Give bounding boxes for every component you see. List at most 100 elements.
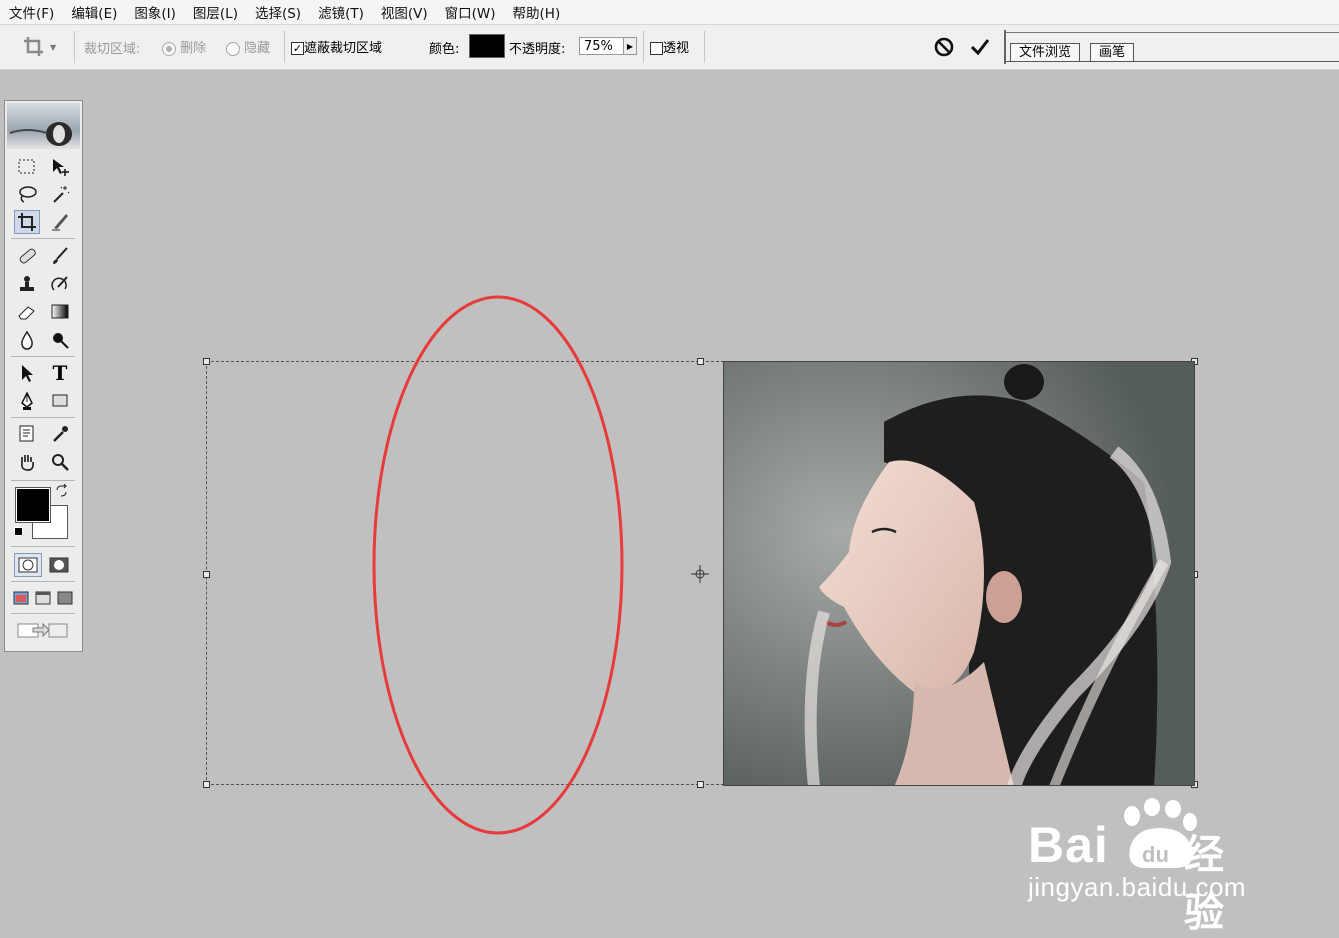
shield-checkbox-box[interactable]: ✓ (291, 42, 304, 55)
quick-mask-icon (49, 557, 69, 573)
delete-label: 删除 (180, 41, 207, 56)
crop-handle-top-middle[interactable] (697, 358, 704, 365)
toolbox: T (4, 100, 83, 652)
crop-handle-top-left[interactable] (203, 358, 210, 365)
stamp-icon (20, 276, 34, 291)
type-tool[interactable]: T (47, 361, 73, 385)
hand-icon (21, 455, 34, 471)
pen-icon (21, 391, 33, 410)
history-brush-tool[interactable] (47, 272, 73, 296)
dodge-tool[interactable] (47, 328, 73, 352)
tab-brushes-label: 画笔 (1099, 45, 1126, 60)
perspective-checkbox[interactable]: 透视 (650, 37, 689, 56)
menu-item-3[interactable]: 图层(L) (184, 2, 246, 22)
quick-mask-mode-button[interactable] (45, 553, 73, 577)
blur-tool[interactable] (14, 328, 40, 352)
pen-tool[interactable] (14, 389, 40, 413)
toolbox-header-logo[interactable] (7, 103, 80, 149)
menu-item-5[interactable]: 滤镜(T) (309, 2, 372, 22)
dodge-icon (53, 333, 69, 349)
zoom-tool[interactable] (47, 450, 73, 474)
menu-item-8[interactable]: 帮助(H) (504, 2, 569, 22)
gradient-tool[interactable] (47, 300, 73, 324)
standard-mode-button[interactable] (14, 553, 42, 577)
type-icon: T (52, 361, 68, 385)
watermark-brand-suffix: 经验 (1184, 832, 1224, 936)
photoshop-eye-logo-icon (9, 122, 72, 146)
hand-tool[interactable] (14, 450, 40, 474)
delete-radio-button[interactable] (162, 41, 176, 56)
tab-brushes[interactable]: 画笔 (1090, 43, 1135, 62)
foreground-color-swatch-front[interactable] (15, 487, 51, 523)
shield-color-swatch[interactable] (469, 34, 505, 58)
opacity-value: 75% (584, 38, 613, 54)
menu-item-7[interactable]: 窗口(W) (436, 2, 504, 22)
crop-area-label: 裁切区域: (84, 42, 141, 57)
palette-well: 文件浏览 画笔 (1004, 30, 1339, 64)
tab-file-browser[interactable]: 文件浏览 (1010, 43, 1081, 62)
marquee-tool[interactable] (14, 155, 40, 179)
shield-label: 遮蔽裁切区域 (304, 41, 383, 56)
document-image (723, 361, 1195, 786)
menu-item-0[interactable]: 文件(F) (0, 2, 62, 22)
commit-crop-button[interactable] (968, 35, 994, 61)
perspective-label: 透视 (663, 41, 690, 56)
swap-colors-icon[interactable] (55, 484, 69, 498)
shape-tool[interactable] (47, 389, 73, 413)
full-screen-menu-mode-button[interactable] (32, 586, 54, 610)
healing-brush-tool[interactable] (14, 244, 40, 268)
baidu-jingyan-watermark: Bai du 经验 jingyan.baidu.com (1028, 796, 1246, 936)
eraser-tool[interactable] (14, 300, 40, 324)
menu-item-4[interactable]: 选择(S) (246, 2, 309, 22)
crop-handle-middle-left[interactable] (203, 571, 210, 578)
annotation-ellipse (372, 295, 624, 835)
crop-icon (24, 37, 43, 56)
slice-tool[interactable] (47, 210, 73, 234)
slice-icon (52, 214, 68, 231)
delete-radio[interactable]: 删除 (162, 37, 206, 56)
brush-tool[interactable] (47, 244, 73, 268)
crop-tool[interactable] (14, 210, 40, 234)
jump-to-imageready-button[interactable] (14, 618, 72, 642)
crop-handle-bottom-left[interactable] (203, 781, 210, 788)
chevron-down-icon: ▼ (50, 42, 57, 52)
history-brush-icon (51, 276, 68, 291)
rectangle-shape-icon (52, 394, 68, 407)
crop-center-point-icon[interactable] (691, 565, 709, 583)
tab-file-browser-label: 文件浏览 (1019, 45, 1072, 60)
magic-wand-tool[interactable] (47, 182, 73, 206)
hide-radio-button[interactable] (226, 41, 240, 56)
opacity-slider-arrow-icon[interactable]: ▶ (623, 38, 636, 54)
hide-radio[interactable]: 隐藏 (226, 37, 270, 56)
crop-handle-bottom-middle[interactable] (697, 781, 704, 788)
perspective-checkbox-box[interactable] (650, 42, 663, 55)
standard-screen-mode-button[interactable] (10, 586, 32, 610)
menu-item-6[interactable]: 视图(V) (372, 2, 436, 22)
menu-item-2[interactable]: 图象(I) (125, 2, 184, 22)
full-screen-mode-button[interactable] (54, 586, 76, 610)
magic-wand-icon (53, 186, 70, 203)
jump-to-imageready-icon (17, 622, 68, 638)
bandage-icon (19, 248, 36, 264)
crop-tool-preset-picker[interactable]: ▼ (22, 33, 62, 61)
clone-stamp-tool[interactable] (14, 272, 40, 296)
menu-bar: 文件(F) 编辑(E) 图象(I) 图层(L) 选择(S) 滤镜(T) 视图(V) 窗口(W)… (0, 0, 1339, 25)
menu-item-1[interactable]: 编辑(E) (62, 2, 125, 22)
notes-tool[interactable] (14, 422, 40, 446)
portrait-photo (724, 362, 1194, 785)
arrow-cursor-icon (22, 365, 33, 382)
marquee-icon (18, 159, 35, 174)
gradient-icon (51, 304, 69, 319)
cancel-icon (934, 37, 954, 57)
shield-checkbox[interactable]: ✓ 遮蔽裁切区域 (291, 37, 382, 56)
eraser-icon (18, 306, 35, 320)
path-selection-tool[interactable] (14, 361, 40, 385)
cancel-crop-button[interactable] (932, 35, 958, 61)
lasso-tool[interactable] (14, 182, 40, 206)
eyedropper-tool[interactable] (47, 422, 73, 446)
move-tool[interactable] (47, 155, 73, 179)
default-colors-icon[interactable] (14, 527, 23, 536)
move-icon (53, 159, 69, 176)
eyedropper-icon (53, 426, 68, 442)
opacity-field[interactable]: 75% ▶ (579, 37, 637, 55)
